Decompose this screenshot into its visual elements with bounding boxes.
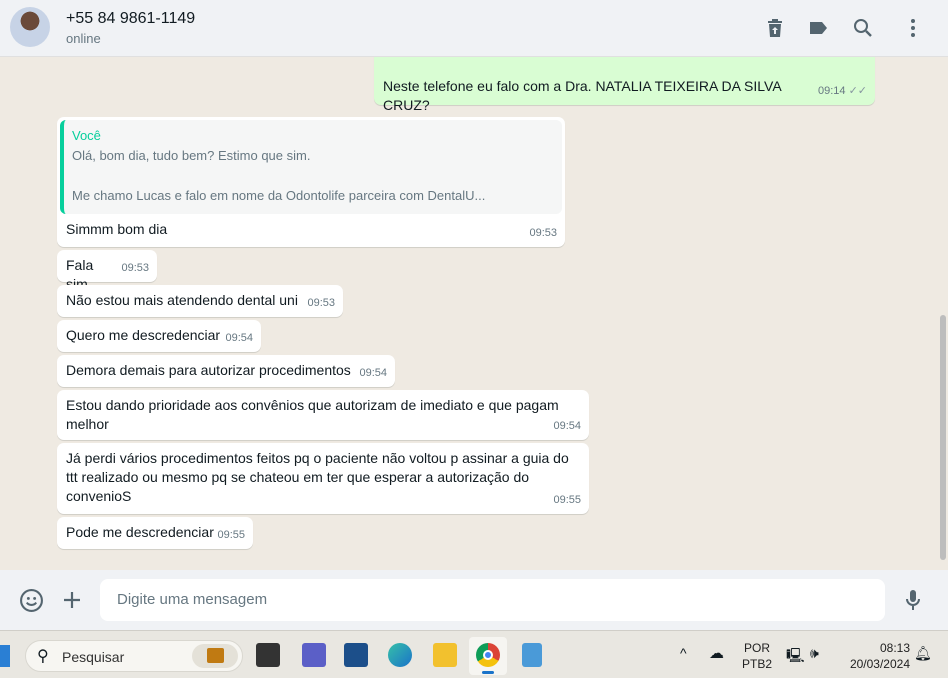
message-text: Demora demais para autorizar procediment… bbox=[66, 362, 351, 378]
message-time: 09:54 bbox=[359, 367, 387, 379]
search-icon[interactable] bbox=[851, 16, 875, 40]
message-input[interactable]: Digite uma mensagem bbox=[100, 579, 885, 621]
task-view-icon[interactable] bbox=[256, 643, 280, 667]
contact-name[interactable]: +55 84 9861-1149 bbox=[66, 10, 195, 28]
file-explorer-icon[interactable] bbox=[433, 643, 457, 667]
notification-bell-icon[interactable]: 🔔︎ bbox=[914, 645, 932, 662]
message-text: Já perdi vários procedimentos feitos pq … bbox=[66, 450, 569, 504]
chat-header: +55 84 9861-1149 online bbox=[0, 0, 948, 57]
message-time: 09:55 bbox=[553, 494, 581, 506]
taskbar: ⚲ Pesquisar ^ ☁ POR PTB2 🖳 🕪 08:13 20/03/2… bbox=[0, 630, 948, 678]
contact-status: online bbox=[66, 31, 101, 46]
message-incoming[interactable]: Não estou mais atendendo dental uni 09:53 bbox=[57, 285, 343, 317]
message-text: Estou dando prioridade aos convênios que… bbox=[66, 397, 559, 432]
scrollbar[interactable] bbox=[940, 57, 947, 570]
teams-icon[interactable] bbox=[302, 643, 326, 667]
clock[interactable]: 08:13 20/03/2024 bbox=[840, 640, 910, 672]
search-placeholder: Pesquisar bbox=[62, 649, 125, 665]
double-check-icon: ✓✓ bbox=[848, 85, 867, 97]
microphone-icon[interactable] bbox=[901, 588, 925, 612]
message-list[interactable]: Neste telefone eu falo com a Dra. NATALI… bbox=[0, 57, 948, 570]
chrome-taskbar-button[interactable] bbox=[469, 637, 507, 675]
message-text: Não estou mais atendendo dental uni bbox=[66, 292, 298, 308]
notepad-icon[interactable] bbox=[522, 643, 542, 667]
message-time: 09:53 bbox=[121, 262, 149, 274]
message-outgoing[interactable]: Neste telefone eu falo com a Dra. NATALI… bbox=[374, 57, 875, 113]
chrome-icon bbox=[476, 643, 500, 667]
message-time: 09:55 bbox=[217, 529, 245, 541]
language-indicator[interactable]: POR PTB2 bbox=[740, 640, 774, 672]
message-incoming[interactable]: Já perdi vários procedimentos feitos pq … bbox=[57, 443, 589, 514]
composer: Digite uma mensagem bbox=[0, 570, 948, 630]
message-time: 09:54 bbox=[553, 420, 581, 432]
briefcase-icon bbox=[192, 644, 238, 668]
attach-plus-icon[interactable] bbox=[60, 588, 84, 612]
message-time: 09:53 bbox=[307, 297, 335, 309]
taskbar-search[interactable]: ⚲ Pesquisar bbox=[25, 640, 243, 672]
label-icon[interactable] bbox=[807, 16, 831, 40]
message-incoming[interactable]: Demora demais para autorizar procediment… bbox=[57, 355, 395, 387]
avatar[interactable] bbox=[10, 7, 50, 47]
message-incoming[interactable]: Fala sim 09:53 bbox=[57, 250, 157, 292]
message-incoming[interactable]: Você Olá, bom dia, tudo bem? Estimo que … bbox=[57, 117, 565, 247]
quoted-message[interactable]: Você Olá, bom dia, tudo bem? Estimo que … bbox=[60, 120, 562, 214]
message-text: Neste telefone eu falo com a Dra. NATALI… bbox=[383, 78, 781, 113]
message-incoming[interactable]: Quero me descredenciar 09:54 bbox=[57, 320, 261, 352]
cloud-offline-icon[interactable]: ☁ bbox=[709, 644, 724, 662]
edge-icon[interactable] bbox=[388, 643, 412, 667]
message-text: Simmm bom dia bbox=[66, 221, 168, 237]
message-time: 09:14 ✓✓ bbox=[817, 85, 867, 97]
search-icon: ⚲ bbox=[37, 648, 49, 665]
quote-author: Você bbox=[72, 128, 101, 143]
message-time: 09:53 bbox=[529, 227, 557, 239]
chevron-up-icon[interactable]: ^ bbox=[680, 645, 687, 661]
message-incoming[interactable]: Estou dando prioridade aos convênios que… bbox=[57, 390, 589, 440]
message-text: Pode me descredenciar bbox=[66, 524, 214, 540]
volume-icon[interactable]: 🕪 bbox=[810, 645, 819, 662]
menu-icon[interactable] bbox=[901, 16, 925, 40]
emoji-icon[interactable] bbox=[19, 588, 44, 613]
message-time: 09:54 bbox=[225, 332, 253, 344]
scrollbar-thumb[interactable] bbox=[940, 315, 946, 560]
start-icon[interactable] bbox=[0, 645, 10, 667]
message-incoming[interactable]: Pode me descredenciar 09:55 bbox=[57, 517, 253, 549]
store-icon[interactable] bbox=[344, 643, 368, 667]
quote-text: Me chamo Lucas e falo em nome da Odontol… bbox=[72, 188, 486, 203]
quote-text: Olá, bom dia, tudo bem? Estimo que sim. bbox=[72, 148, 311, 163]
archive-icon[interactable] bbox=[763, 16, 787, 40]
message-text: Quero me descredenciar bbox=[66, 327, 221, 343]
network-icon[interactable]: 🖳 bbox=[786, 645, 805, 669]
